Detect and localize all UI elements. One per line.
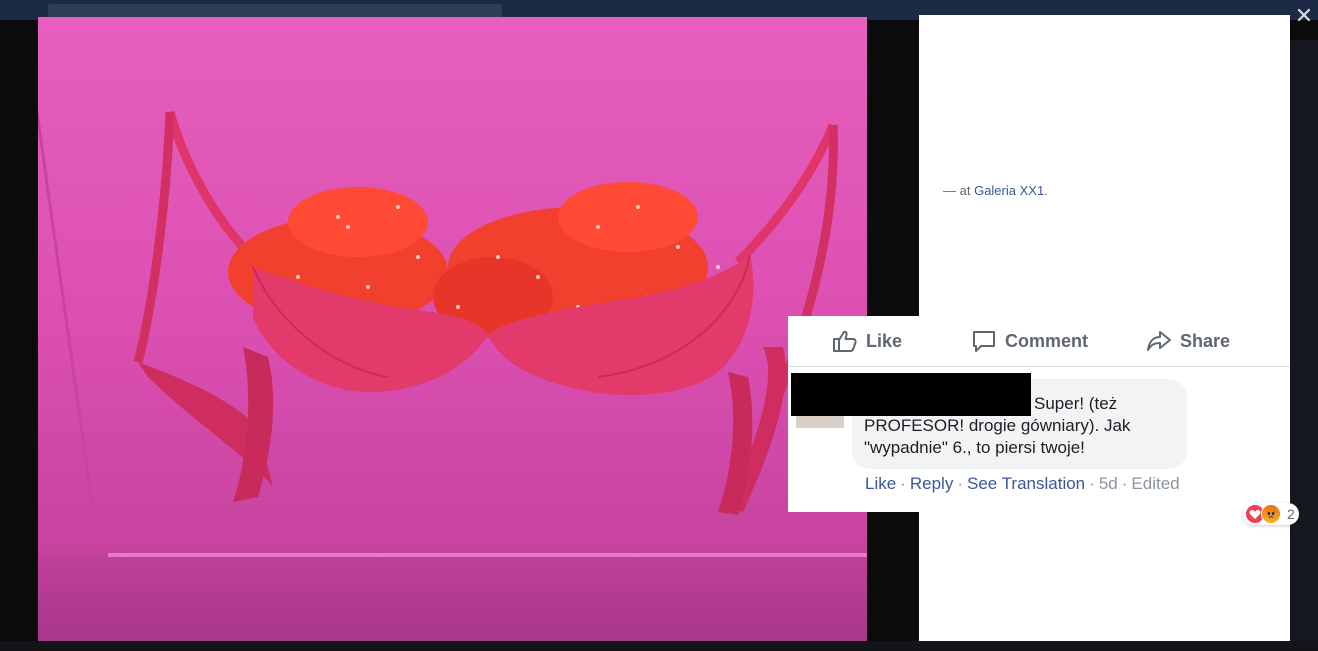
location-suffix: . xyxy=(1044,183,1048,198)
background-footer xyxy=(0,641,1318,651)
post-photo[interactable] xyxy=(38,17,867,641)
avatar[interactable] xyxy=(796,416,844,428)
location-prefix: — at xyxy=(943,183,975,198)
post-actions-card: Like Comment Share Super! (też PROFESOR!… xyxy=(788,316,1299,525)
redacted-name xyxy=(791,373,1031,416)
separator: · xyxy=(900,474,906,493)
comment-time[interactable]: 5d xyxy=(1099,474,1118,493)
reactions-count: 2 xyxy=(1287,506,1295,522)
close-icon[interactable]: ✕ xyxy=(1292,4,1316,28)
background-search-bar xyxy=(48,4,502,18)
share-button[interactable]: Share xyxy=(1146,326,1230,356)
comment-reactions[interactable]: 2 xyxy=(1243,503,1299,525)
angry-icon xyxy=(1261,504,1281,524)
see-translation-link[interactable]: See Translation xyxy=(967,474,1085,493)
comment-button[interactable]: Comment xyxy=(971,326,1088,356)
comment-meta: Like · Reply · See Translation · 5d · Edited xyxy=(865,474,1180,494)
separator: · xyxy=(1121,474,1128,493)
separator: · xyxy=(957,474,963,493)
share-label: Share xyxy=(1180,330,1231,351)
background-sidebar xyxy=(1290,40,1318,651)
post-location: — at Galeria XX1. xyxy=(943,183,1048,198)
edited-label[interactable]: Edited xyxy=(1131,474,1179,493)
like-button[interactable]: Like xyxy=(832,326,902,356)
action-bar: Like Comment Share xyxy=(788,316,1290,367)
comment-reply-link[interactable]: Reply xyxy=(910,474,953,493)
separator: · xyxy=(1089,474,1095,493)
thumbs-up-icon xyxy=(833,330,857,352)
share-icon xyxy=(1147,331,1171,351)
comment-text-rest: PROFESOR! drogie gówniary). Jak "wypadni… xyxy=(864,416,1131,457)
comment-icon xyxy=(973,331,995,352)
comment-like-link[interactable]: Like xyxy=(865,474,896,493)
like-label: Like xyxy=(866,330,903,351)
bra-illustration xyxy=(133,110,838,515)
comment-label: Comment xyxy=(1005,330,1089,351)
location-link[interactable]: Galeria XX1 xyxy=(974,183,1044,198)
